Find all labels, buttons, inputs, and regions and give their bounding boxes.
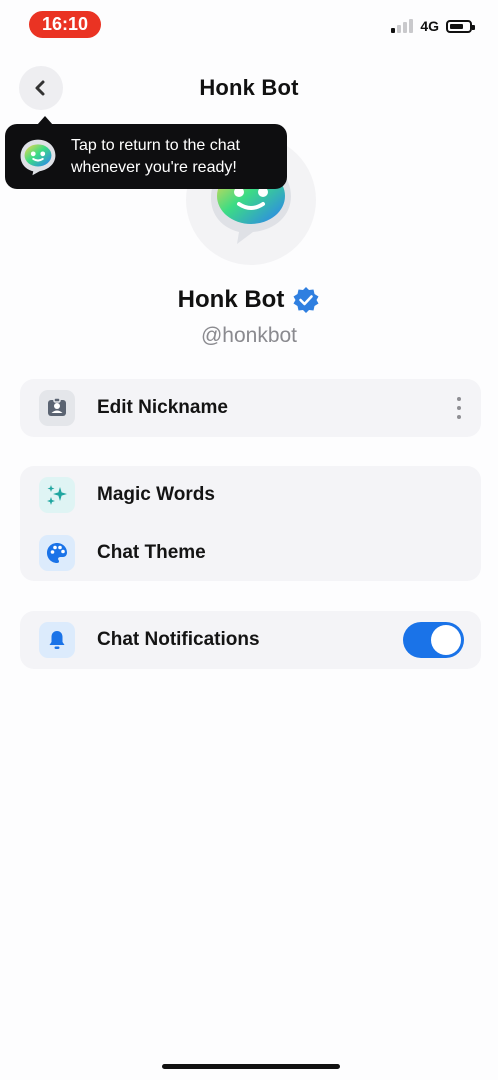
more-options-button[interactable] (453, 394, 465, 422)
bot-avatar-icon (20, 139, 56, 175)
verified-badge-icon (293, 287, 319, 313)
tooltip-line-2: whenever you're ready! (71, 158, 237, 176)
chat-notifications-label: Chat Notifications (97, 629, 260, 650)
chat-theme-label: Chat Theme (97, 542, 206, 563)
battery-icon (446, 19, 475, 33)
palette-icon (39, 535, 75, 571)
magic-words-label: Magic Words (97, 484, 215, 505)
profile-name-row: Honk Bot (0, 286, 498, 314)
edit-nickname-label: Edit Nickname (97, 397, 228, 418)
notifications-card: Chat Notifications (20, 611, 481, 669)
chat-notifications-row: Chat Notifications (20, 611, 481, 669)
home-indicator[interactable] (162, 1064, 340, 1069)
status-time: 16:10 (29, 11, 101, 38)
page-title: Honk Bot (199, 75, 299, 100)
tooltip-text: Tap to return to the chat whenever you'r… (71, 135, 240, 179)
status-indicators: 4G (391, 18, 475, 34)
sparkles-icon (39, 477, 75, 513)
customization-card: Magic Words Chat Theme (20, 466, 481, 581)
return-tooltip[interactable]: Tap to return to the chat whenever you'r… (5, 116, 287, 189)
magic-words-row[interactable]: Magic Words (20, 466, 481, 524)
profile-name: Honk Bot (177, 286, 285, 313)
nickname-card: Edit Nickname (20, 379, 481, 437)
bell-icon (39, 622, 75, 658)
profile-handle: @honkbot (200, 324, 298, 347)
toggle-knob (431, 625, 461, 655)
notifications-toggle[interactable] (403, 622, 464, 658)
tooltip-line-1: Tap to return to the chat (71, 136, 240, 154)
signal-icon (391, 19, 414, 33)
chat-theme-row[interactable]: Chat Theme (20, 524, 481, 582)
id-card-icon (39, 390, 75, 426)
edit-nickname-row[interactable]: Edit Nickname (20, 379, 481, 437)
network-type: 4G (420, 18, 439, 34)
